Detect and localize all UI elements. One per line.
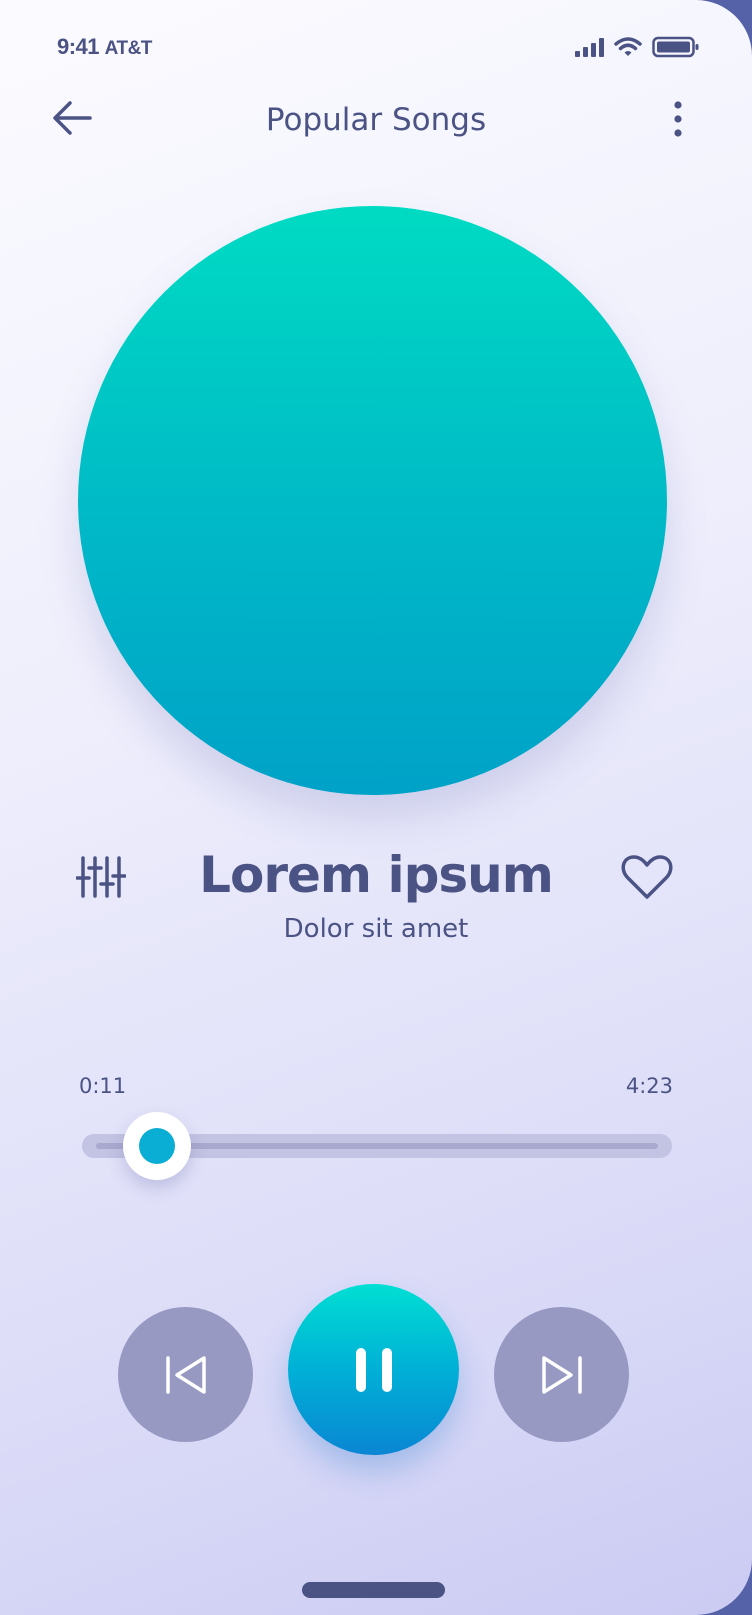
- next-button[interactable]: [494, 1307, 629, 1442]
- progress-thumb-dot: [139, 1128, 176, 1164]
- progress-thumb[interactable]: [123, 1112, 192, 1180]
- signal-icon: [575, 37, 604, 57]
- favorite-button[interactable]: [621, 854, 673, 900]
- music-player-screen: 9:41 AT&T Popular Songs Lorem ipsum Dolo…: [0, 0, 752, 1615]
- pause-icon: [355, 1347, 392, 1392]
- more-vertical-icon: [674, 101, 682, 137]
- skip-previous-icon: [165, 1355, 206, 1394]
- status-carrier: AT&T: [104, 38, 153, 59]
- song-artist: Dolor sit amet: [283, 914, 469, 944]
- home-indicator: [302, 1582, 445, 1598]
- skip-next-icon: [541, 1355, 582, 1394]
- album-cover: [78, 206, 667, 795]
- elapsed-time: 0:11: [79, 1074, 127, 1098]
- total-time: 4:23: [625, 1074, 673, 1098]
- previous-button[interactable]: [118, 1307, 253, 1442]
- battery-icon: [652, 36, 699, 58]
- page-title: Popular Songs: [265, 102, 487, 138]
- heart-outline-icon: [621, 855, 673, 899]
- more-options-button[interactable]: [668, 100, 688, 140]
- status-time: 9:41: [57, 34, 100, 59]
- header: Popular Songs: [0, 84, 752, 156]
- play-pause-button[interactable]: [288, 1284, 459, 1455]
- wifi-icon: [614, 37, 642, 56]
